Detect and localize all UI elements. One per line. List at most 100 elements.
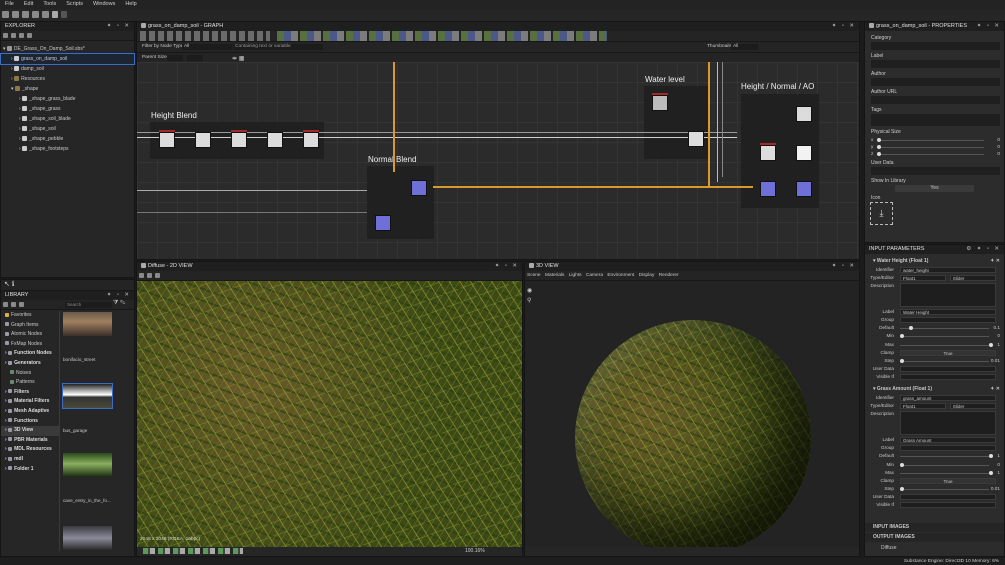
open-icon[interactable] bbox=[22, 11, 29, 18]
material-preview-sphere[interactable] bbox=[575, 320, 811, 556]
author-url-field[interactable] bbox=[871, 96, 1000, 104]
show-in-library-button[interactable]: Yes bbox=[895, 185, 974, 192]
label-field[interactable]: Water Height bbox=[900, 309, 996, 316]
parameter-slider[interactable] bbox=[900, 334, 989, 339]
view3d-menu-environment[interactable]: Environment bbox=[607, 273, 634, 278]
label-field[interactable] bbox=[871, 60, 1000, 68]
view3d-menu-renderer[interactable]: Renderer bbox=[659, 273, 679, 278]
panel-controls-icon[interactable]: ✦ ▫ ✕ bbox=[832, 22, 856, 31]
menu-windows[interactable]: Windows bbox=[88, 0, 120, 9]
view-tool-icon[interactable] bbox=[155, 273, 160, 278]
filter-icon[interactable]: ⧩ ✎ bbox=[113, 300, 126, 307]
visible-if-field[interactable] bbox=[900, 373, 996, 380]
clamp-toggle[interactable]: True bbox=[900, 349, 996, 356]
view-tool-icon[interactable] bbox=[147, 273, 152, 278]
graph-node[interactable] bbox=[231, 130, 247, 148]
graph-node[interactable] bbox=[760, 181, 776, 197]
output-diffuse-item[interactable]: Diffuse bbox=[865, 544, 1004, 553]
atomic-node-icons[interactable] bbox=[277, 31, 607, 41]
channel-toggle-icons[interactable] bbox=[143, 548, 243, 554]
panel-controls-icon[interactable]: ✦ ▫ ✕ bbox=[495, 262, 519, 271]
env-thumbnail[interactable] bbox=[63, 526, 112, 550]
parent-size-x-select[interactable] bbox=[167, 55, 183, 61]
env-thumbnail[interactable] bbox=[62, 383, 113, 409]
type-select[interactable]: Float1 bbox=[900, 403, 947, 410]
library-icon[interactable] bbox=[11, 302, 16, 307]
identifier-field[interactable]: grass_amount bbox=[900, 395, 996, 402]
panel-controls-icon[interactable]: ✦ ▫ ✕ bbox=[107, 22, 131, 31]
library-category[interactable]: › 3D View bbox=[1, 426, 59, 436]
group-field[interactable] bbox=[900, 445, 996, 452]
tree-item[interactable]: › Resources bbox=[1, 74, 134, 84]
output-images-section[interactable]: OUTPUT IMAGES bbox=[865, 533, 1004, 542]
new-file-icon[interactable] bbox=[2, 11, 9, 18]
zoom-level[interactable]: 100.16% bbox=[465, 548, 485, 554]
identifier-field[interactable]: water_height bbox=[900, 267, 996, 273]
library-category[interactable]: › Generators bbox=[1, 359, 59, 369]
panel-controls-icon[interactable]: ✦ ▫ ✕ bbox=[977, 22, 1001, 31]
panel-controls-icon[interactable]: ✦ ▫ ✕ bbox=[107, 291, 131, 300]
menu-tools[interactable]: Tools bbox=[38, 0, 61, 9]
library-category[interactable]: › mdl bbox=[1, 455, 59, 465]
view3d-menu-lights[interactable]: Lights bbox=[569, 273, 582, 278]
description-field[interactable] bbox=[900, 283, 996, 308]
camera-light-icons[interactable]: ◉ ⚲ bbox=[527, 286, 532, 306]
label-field[interactable]: Grass Amount bbox=[900, 437, 996, 444]
view3d-menu-materials[interactable]: Materials bbox=[545, 273, 564, 278]
parent-size-y-select[interactable] bbox=[187, 55, 203, 61]
library-category[interactable]: › Folder 1 bbox=[1, 465, 59, 475]
tree-item[interactable]: › _shape_grass bbox=[1, 104, 134, 114]
new-graph-icon[interactable] bbox=[12, 11, 19, 18]
parameter-header-controls-icon[interactable]: ✦ ✕ bbox=[990, 257, 1000, 266]
group-field[interactable] bbox=[900, 317, 996, 324]
visible-if-field[interactable] bbox=[900, 501, 996, 508]
library-category[interactable]: Patterns bbox=[1, 378, 59, 388]
menu-help[interactable]: Help bbox=[120, 0, 141, 9]
graph-node[interactable] bbox=[688, 131, 704, 147]
user-data-field[interactable] bbox=[900, 365, 996, 372]
panel-controls-icon[interactable]: ✦ ▫ ✕ bbox=[832, 262, 856, 271]
library-category[interactable]: › PBR Materials bbox=[1, 436, 59, 446]
menu-file[interactable]: File bbox=[0, 0, 19, 9]
input-images-section[interactable]: INPUT IMAGES bbox=[865, 523, 1004, 532]
view3d-menu-camera[interactable]: Camera bbox=[586, 273, 603, 278]
new-icon[interactable] bbox=[3, 33, 8, 38]
physical-size-y[interactable]: y0 bbox=[865, 143, 1004, 150]
library-icon[interactable] bbox=[19, 302, 24, 307]
tags-field[interactable] bbox=[871, 114, 1000, 126]
graph-node[interactable] bbox=[267, 132, 283, 148]
package-row[interactable]: ▾ DE_Grass_On_Damp_Soil.sbs* bbox=[1, 44, 134, 54]
graph-node[interactable] bbox=[796, 106, 812, 122]
env-thumbnail[interactable] bbox=[63, 312, 112, 336]
tree-item[interactable]: › _shape_footsteps bbox=[1, 144, 134, 154]
user-data-field[interactable] bbox=[900, 493, 996, 500]
user-data-field[interactable] bbox=[871, 167, 1000, 175]
menu-scripts[interactable]: Scripts bbox=[61, 0, 88, 9]
thumbnails-select[interactable]: All bbox=[731, 44, 758, 50]
view3d-menu-scene[interactable]: Scene bbox=[527, 273, 541, 278]
open-icon[interactable] bbox=[11, 33, 16, 38]
parameter-slider[interactable] bbox=[900, 342, 993, 347]
save-icon[interactable] bbox=[32, 11, 39, 18]
redo-icon[interactable] bbox=[61, 11, 67, 18]
description-field[interactable] bbox=[900, 411, 996, 436]
tree-item[interactable]: › _shape_soil_blade bbox=[1, 114, 134, 124]
graph-node[interactable] bbox=[796, 181, 812, 197]
tree-item[interactable]: › _shape_soil bbox=[1, 124, 134, 134]
library-tool-icons[interactable]: ↖ ℹ bbox=[4, 281, 14, 288]
view3d-menu-display[interactable]: Display bbox=[639, 273, 655, 278]
tree-item[interactable]: › grass_on_damp_soil bbox=[0, 53, 135, 65]
graph-node[interactable] bbox=[760, 143, 776, 161]
graph-node[interactable] bbox=[303, 130, 319, 148]
parameter-controls-icon[interactable]: ⚙ ✦ ▫ ✕ bbox=[966, 245, 1001, 254]
physical-size-z[interactable]: z0 bbox=[865, 150, 1004, 157]
editor-select[interactable]: Slider bbox=[949, 275, 996, 282]
filter-node-type-select[interactable]: All bbox=[182, 44, 232, 50]
tree-item[interactable]: › _shape_grass_blade bbox=[1, 94, 134, 104]
physical-size-x[interactable]: x0 bbox=[865, 136, 1004, 143]
category-field[interactable] bbox=[871, 42, 1000, 50]
library-category[interactable]: › Function Nodes bbox=[1, 349, 59, 359]
graph-node[interactable] bbox=[796, 145, 812, 161]
parameter-header[interactable]: ▾ Grass Amount (Float 1) ✦ ✕ bbox=[865, 385, 1004, 394]
save-all-icon[interactable] bbox=[42, 11, 49, 18]
